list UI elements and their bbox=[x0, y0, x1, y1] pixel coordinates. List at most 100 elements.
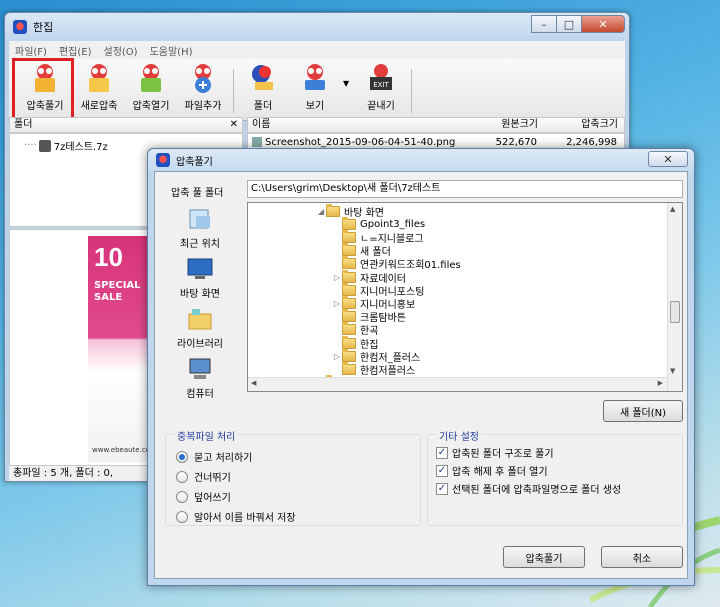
dialog-titlebar[interactable]: 압축풀기 ✕ bbox=[148, 149, 694, 171]
folder-icon bbox=[342, 322, 356, 336]
tree-vertical-scrollbar[interactable]: ▲ ▼ bbox=[667, 203, 682, 391]
checkbox-open-folder[interactable]: ✓ bbox=[436, 464, 448, 477]
preview-big-number: 10 bbox=[94, 242, 123, 272]
menu-help[interactable]: 도움말(H) bbox=[150, 43, 193, 58]
computer-icon bbox=[189, 358, 211, 379]
folder-icon bbox=[342, 229, 356, 243]
tree-expander-icon[interactable]: ▷ bbox=[332, 273, 342, 282]
place-desktop[interactable]: 바탕 화면 bbox=[165, 256, 235, 300]
duplicate-group: 중복파일 처리 묻고 처리하기 건너뛰기 덮어쓰기 알아서 이름 바꿔서 저장 bbox=[165, 428, 421, 526]
extract-dialog: 압축풀기 ✕ 압축 풀 폴더 C:\Users\grim\Desktop\새 폴… bbox=[147, 148, 695, 586]
folder-icon bbox=[342, 256, 356, 270]
place-desktop-label: 바탕 화면 bbox=[180, 289, 220, 300]
dup-option-skip-label: 건너뛰기 bbox=[194, 473, 231, 484]
dup-option-overwrite[interactable]: 덮어쓰기 bbox=[176, 489, 231, 504]
checkbox-create-folder[interactable]: ✓ bbox=[436, 482, 448, 495]
window-title: 한집 bbox=[33, 21, 54, 34]
folder-pane-header: 폴더 ✕ bbox=[9, 117, 243, 133]
dup-option-skip[interactable]: 건너뛰기 bbox=[176, 469, 231, 484]
dialog-body: 압축 풀 폴더 C:\Users\grim\Desktop\새 폴더\7z테스트… bbox=[154, 171, 688, 579]
exit-button[interactable]: EXIT 끝내기 bbox=[353, 61, 409, 117]
col-compressed-size[interactable]: 압축크기 bbox=[538, 118, 618, 132]
folder-toggle-icon bbox=[246, 61, 280, 95]
close-button[interactable]: ✕ bbox=[581, 15, 625, 33]
place-computer[interactable]: 컴퓨터 bbox=[165, 356, 235, 400]
scroll-right-icon[interactable]: ▶ bbox=[658, 379, 663, 387]
toolbar-separator bbox=[411, 69, 412, 113]
radio-skip[interactable] bbox=[176, 470, 188, 483]
tree-horizontal-scrollbar[interactable]: ◀ ▶ bbox=[248, 377, 667, 391]
new-folder-button[interactable]: 새 폴더(N) bbox=[603, 400, 683, 422]
dup-option-rename-label: 알아서 이름 바꿔서 저장 bbox=[194, 513, 296, 524]
file-name: Screenshot_2015-09-06-04-51-40.png bbox=[265, 136, 456, 148]
open-archive-label: 압축열기 bbox=[132, 101, 170, 112]
new-archive-button[interactable]: 새로압축 bbox=[71, 61, 127, 117]
archive-icon bbox=[38, 139, 51, 152]
new-archive-icon bbox=[82, 61, 116, 95]
opt-open-folder[interactable]: ✓ 압축 해제 후 폴더 열기 bbox=[436, 463, 548, 478]
exit-label: 끝내기 bbox=[367, 101, 395, 112]
tree-expander-icon[interactable]: ▷ bbox=[332, 299, 342, 308]
file-compressed-size: 2,246,998 bbox=[566, 136, 617, 148]
pane-close-icon[interactable]: ✕ bbox=[230, 118, 238, 132]
place-recent-label: 최근 위치 bbox=[180, 239, 220, 250]
main-titlebar[interactable]: 한집 – □ ✕ bbox=[5, 13, 629, 41]
place-computer-label: 컴퓨터 bbox=[186, 389, 214, 400]
scroll-thumb[interactable] bbox=[670, 301, 680, 323]
checkbox-keep-structure[interactable]: ✓ bbox=[436, 446, 448, 459]
open-archive-button[interactable]: 압축열기 bbox=[123, 61, 179, 117]
folder-icon bbox=[342, 361, 356, 375]
desktop-icon bbox=[187, 258, 213, 279]
extract-ok-button[interactable]: 압축풀기 bbox=[503, 546, 585, 568]
menu-edit[interactable]: 편집(E) bbox=[59, 43, 92, 58]
tree-expander-icon[interactable]: ▷ bbox=[332, 352, 342, 361]
folder-icon bbox=[342, 335, 356, 349]
view-button[interactable]: 보기 bbox=[287, 61, 343, 117]
dup-option-ask-label: 묻고 처리하기 bbox=[194, 453, 253, 464]
tree-item-archive[interactable]: ···· 7z테스트.7z bbox=[24, 138, 108, 153]
radio-overwrite[interactable] bbox=[176, 490, 188, 503]
tree-row-label: Gpoint3_files bbox=[360, 218, 426, 230]
opt-keep-structure[interactable]: ✓ 압축된 폴더 구조로 풀기 bbox=[436, 445, 554, 460]
folder-tree-view: ◢ 바탕 화면 Gpoint3_files ㄴ=지니블로그 새 폴더 연관키워드조회01.… bbox=[247, 202, 683, 392]
dup-option-rename[interactable]: 알아서 이름 바꿔서 저장 bbox=[176, 509, 296, 524]
menu-file[interactable]: 파일(F) bbox=[15, 43, 47, 58]
tree-expander-icon[interactable]: ◢ bbox=[316, 207, 326, 216]
menu-settings[interactable]: 설정(O) bbox=[104, 43, 138, 58]
place-recent[interactable]: 최근 위치 bbox=[165, 206, 235, 250]
minimize-button[interactable]: – bbox=[531, 15, 557, 33]
dup-option-overwrite-label: 덮어쓰기 bbox=[194, 493, 231, 504]
etc-settings-group: 기타 설정 ✓ 압축된 폴더 구조로 풀기 ✓ 압축 해제 후 폴더 열기 ✓ 선택된… bbox=[427, 428, 683, 526]
tree-row[interactable]: ◢ 바탕 화면 bbox=[316, 203, 384, 219]
app-icon bbox=[13, 20, 27, 34]
folder-button[interactable]: 폴더 bbox=[235, 61, 291, 117]
folder-pane-title: 폴더 bbox=[14, 119, 33, 130]
tree-item-label: 7z테스트.7z bbox=[53, 142, 108, 153]
dialog-close-button[interactable]: ✕ bbox=[648, 151, 688, 167]
radio-ask[interactable] bbox=[176, 450, 188, 463]
place-libraries[interactable]: 라이브러리 bbox=[165, 306, 235, 350]
selected-highlight bbox=[12, 58, 74, 122]
opt-keep-structure-label: 압축된 폴더 구조로 풀기 bbox=[452, 449, 554, 460]
scroll-left-icon[interactable]: ◀ bbox=[251, 379, 256, 387]
col-name[interactable]: 이름 bbox=[252, 118, 478, 132]
opt-create-folder[interactable]: ✓ 선택된 폴더에 압축파일명으로 폴더 생성 bbox=[436, 481, 621, 496]
radio-rename[interactable] bbox=[176, 510, 188, 523]
folder-icon bbox=[342, 348, 356, 362]
open-archive-icon bbox=[134, 61, 168, 95]
add-file-button[interactable]: 파일추가 bbox=[175, 61, 231, 117]
view-label: 보기 bbox=[305, 101, 325, 112]
col-original-size[interactable]: 원본크기 bbox=[478, 118, 538, 132]
file-original-size: 522,670 bbox=[495, 136, 537, 148]
list-header: 이름 원본크기 압축크기 bbox=[247, 117, 625, 133]
toolbar: 압축풀기 새로압축 압축열기 파일추가 폴더 보기 ▼ EXIT 끝내기 bbox=[9, 59, 625, 121]
cancel-button[interactable]: 취소 bbox=[601, 546, 683, 568]
folder-icon bbox=[342, 243, 356, 257]
maximize-button[interactable]: □ bbox=[556, 15, 582, 33]
scroll-down-icon[interactable]: ▼ bbox=[670, 367, 675, 375]
recent-places-icon bbox=[189, 209, 210, 229]
dest-path-input[interactable]: C:\Users\grim\Desktop\새 폴더\7z테스트 bbox=[247, 180, 683, 198]
scroll-up-icon[interactable]: ▲ bbox=[670, 205, 675, 213]
view-dropdown-icon[interactable]: ▼ bbox=[343, 79, 349, 88]
dup-option-ask[interactable]: 묻고 처리하기 bbox=[176, 449, 252, 464]
